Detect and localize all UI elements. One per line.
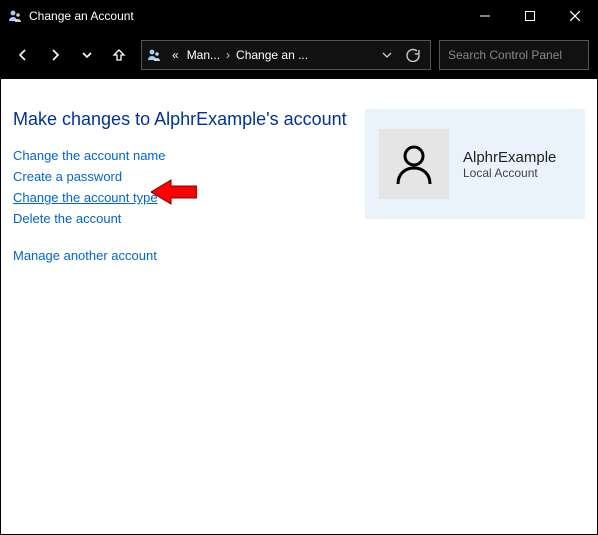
breadcrumb-seg1[interactable]: Man... xyxy=(183,48,224,62)
link-create-password[interactable]: Create a password xyxy=(13,169,122,184)
left-column: Make changes to AlphrExample's account C… xyxy=(13,109,347,263)
account-type: Local Account xyxy=(463,166,556,180)
link-change-type[interactable]: Change the account type xyxy=(13,190,158,205)
refresh-button[interactable] xyxy=(400,48,426,62)
minimize-button[interactable] xyxy=(462,1,507,31)
titlebar: Change an Account xyxy=(1,1,597,31)
app-icon xyxy=(7,8,23,24)
window-title: Change an Account xyxy=(29,9,462,23)
avatar xyxy=(379,129,449,199)
search-box[interactable] xyxy=(439,40,589,70)
chevron-right-icon: › xyxy=(224,48,232,62)
content: Make changes to AlphrExample's account C… xyxy=(1,79,597,275)
close-button[interactable] xyxy=(552,1,597,31)
back-button[interactable] xyxy=(9,41,37,69)
address-bar[interactable]: « Man... › Change an ... xyxy=(141,40,431,70)
window-controls xyxy=(462,1,597,31)
page-heading: Make changes to AlphrExample's account xyxy=(13,109,347,130)
account-info: AlphrExample Local Account xyxy=(463,149,556,180)
action-link-list: Change the account name Create a passwor… xyxy=(13,148,347,263)
up-button[interactable] xyxy=(105,41,133,69)
breadcrumb-seg2[interactable]: Change an ... xyxy=(232,48,312,62)
search-input[interactable] xyxy=(448,48,598,62)
link-change-name[interactable]: Change the account name xyxy=(13,148,166,163)
recent-button[interactable] xyxy=(73,41,101,69)
address-icon xyxy=(146,47,162,63)
forward-button[interactable] xyxy=(41,41,69,69)
link-delete-account[interactable]: Delete the account xyxy=(13,211,121,226)
link-manage-another[interactable]: Manage another account xyxy=(13,248,157,263)
address-dropdown[interactable] xyxy=(374,50,400,60)
navbar: « Man... › Change an ... xyxy=(1,31,597,79)
maximize-button[interactable] xyxy=(507,1,552,31)
breadcrumb-prefix: « xyxy=(168,48,183,62)
account-name: AlphrExample xyxy=(463,149,556,166)
account-card: AlphrExample Local Account xyxy=(365,109,585,219)
